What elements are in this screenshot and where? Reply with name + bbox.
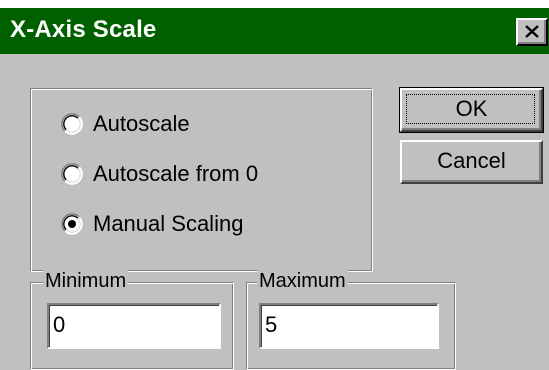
maximum-input[interactable]: 5 — [259, 303, 439, 349]
radio-selected-icon[interactable] — [61, 213, 83, 235]
radio-autoscale-from-0-label: Autoscale from 0 — [93, 161, 259, 186]
minimum-group: Minimum 0 — [30, 269, 234, 370]
window-title: X-Axis Scale — [10, 16, 157, 43]
radio-unselected-icon[interactable] — [61, 113, 83, 135]
title-bar[interactable]: X-Axis Scale — [0, 8, 549, 54]
minimum-input[interactable]: 0 — [47, 303, 221, 349]
focus-ring — [406, 94, 535, 124]
scaling-mode-group: Autoscale Autoscale from 0 Manual Scalin… — [30, 88, 373, 272]
maximum-group: Maximum 5 — [246, 269, 456, 370]
radio-autoscale[interactable]: Autoscale — [61, 109, 190, 139]
cancel-button-label: Cancel — [437, 148, 506, 173]
minimum-caption: Minimum — [43, 269, 129, 293]
close-button[interactable] — [516, 18, 548, 46]
close-icon — [525, 25, 539, 38]
cancel-button[interactable]: Cancel — [400, 140, 543, 184]
x-axis-scale-dialog: X-Axis Scale Autoscale Autoscale from 0 … — [0, 8, 549, 370]
maximum-caption: Maximum — [257, 269, 348, 293]
radio-autoscale-from-0[interactable]: Autoscale from 0 — [61, 159, 258, 189]
radio-manual-scaling-label: Manual Scaling — [93, 211, 244, 236]
radio-autoscale-label: Autoscale — [93, 111, 190, 136]
ok-button[interactable]: OK — [399, 87, 544, 133]
radio-unselected-icon[interactable] — [61, 163, 83, 185]
radio-manual-scaling[interactable]: Manual Scaling — [61, 209, 243, 239]
